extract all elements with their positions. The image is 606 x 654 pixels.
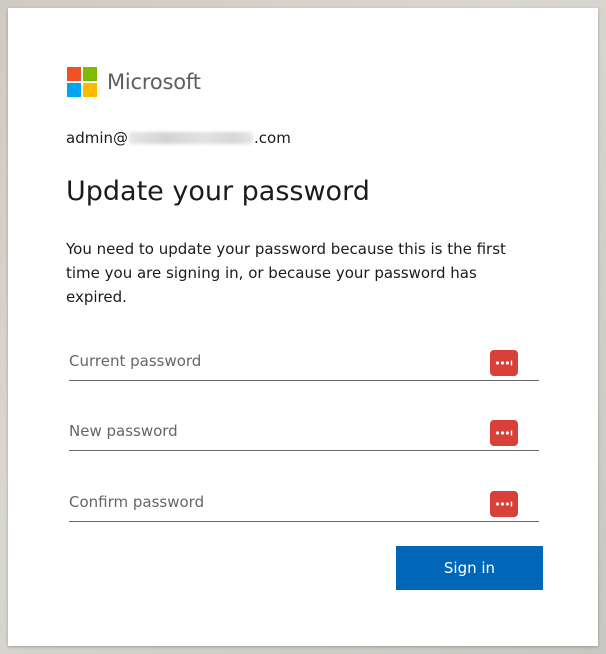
- current-password-input[interactable]: [69, 344, 489, 378]
- brand-name: Microsoft: [107, 70, 201, 94]
- account-identifier: admin@ .com: [66, 127, 291, 149]
- password-manager-icon[interactable]: [490, 491, 518, 517]
- page-title: Update your password: [66, 176, 370, 207]
- microsoft-logo-icon: [67, 67, 97, 97]
- page-description: You need to update your password because…: [66, 240, 506, 306]
- redacted-domain: [129, 132, 253, 144]
- sign-in-button[interactable]: Sign in: [396, 546, 543, 590]
- account-suffix: .com: [254, 129, 291, 147]
- account-prefix: admin@: [66, 129, 128, 147]
- confirm-password-input[interactable]: [69, 485, 489, 519]
- confirm-password-field: [69, 485, 539, 522]
- new-password-input[interactable]: [69, 414, 489, 448]
- current-password-field: [69, 344, 539, 381]
- microsoft-logo: Microsoft: [67, 67, 201, 97]
- update-password-card: Microsoft admin@ .com Update your passwo…: [8, 8, 598, 646]
- password-manager-icon[interactable]: [490, 420, 518, 446]
- new-password-field: [69, 414, 539, 451]
- password-manager-icon[interactable]: [490, 350, 518, 376]
